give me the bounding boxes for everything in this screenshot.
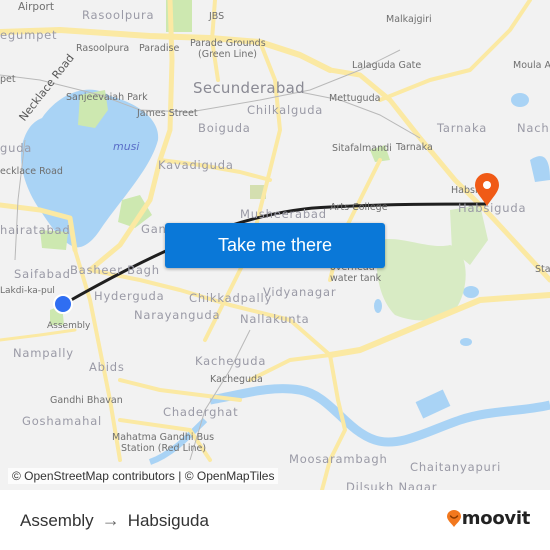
map-label-chikkadpally: Chikkadpally xyxy=(189,291,273,305)
map-label-chaitanyapuri: Chaitanyapuri xyxy=(410,460,502,474)
map-label-mettuguda: Mettuguda xyxy=(329,93,381,104)
map-label-airport: Airport xyxy=(18,1,54,13)
map-label-dilsukh-nagar: Dilsukh Nagar xyxy=(346,480,438,490)
map-label-sanjeevaiah-park: Sanjeevaiah Park xyxy=(66,92,148,103)
map-label-mgbs-2: Station (Red Line) xyxy=(121,443,207,454)
map-label-khairatabad: hairatabad xyxy=(0,223,71,237)
map-label-musheerabad: Musheerabad xyxy=(240,207,327,221)
map-label-arts-college: Arts College xyxy=(330,202,388,213)
map-label-kacheguda-area: Kacheguda xyxy=(195,354,267,368)
map-label-parade-grounds: Parade Grounds xyxy=(190,38,266,49)
map-label-kacheguda-station: Kacheguda xyxy=(210,374,263,385)
map-label-rasoolpura-area: Rasoolpura xyxy=(82,8,155,22)
musi-river xyxy=(209,384,550,447)
map-label-chilkalguda: Chilkalguda xyxy=(247,103,324,117)
map-label-guda: guda xyxy=(0,141,33,155)
moovit-wordmark: moovit xyxy=(461,508,531,529)
map-label-paradise: Paradise xyxy=(139,43,180,54)
map-label-narayanguda: Narayanguda xyxy=(134,308,221,322)
map-label-green-line: (Green Line) xyxy=(198,49,257,60)
footer: Assembly → Habsiguda moovit xyxy=(0,490,550,550)
map-label-tarnaka: Tarnaka xyxy=(396,142,433,153)
map-label-jbs: JBS xyxy=(209,11,225,22)
take-me-there-button[interactable]: Take me there xyxy=(165,223,385,268)
origin-marker[interactable] xyxy=(53,294,73,314)
map-label-james-street: James Street xyxy=(137,108,198,119)
map-label-nacharam: Nacha xyxy=(517,121,550,135)
map-label-lakdi-ka-pul: Lakdi-ka-pul xyxy=(0,286,55,296)
map-label-gandhi-bhavan: Gandhi Bhavan xyxy=(50,395,123,406)
map-label-moosarambagh: Moosarambagh xyxy=(289,452,388,466)
map-label-stadium: Stac xyxy=(535,264,550,275)
map-label-necklace-road: ecklace Road xyxy=(0,166,63,177)
map-label-overhead-water-tank-2: water tank xyxy=(330,273,382,284)
map-label-basheer-bagh: Basheer Bagh xyxy=(70,263,160,277)
map-label-lalaguda-gate: Lalaguda Gate xyxy=(352,60,422,71)
map-attribution[interactable]: © OpenStreetMap contributors | © OpenMap… xyxy=(8,468,279,484)
map-label-abids: Abids xyxy=(89,360,125,374)
map-label-pet: pet xyxy=(0,74,16,85)
map-label-kavadiguda: Kavadiguda xyxy=(158,158,234,172)
moovit-logo[interactable]: moovit xyxy=(446,508,530,529)
map-label-saifabad: Saifabad xyxy=(14,267,71,281)
map-label-mgbs-1: Mahatma Gandhi Bus xyxy=(112,432,215,443)
map-label-goshamahal: Goshamahal xyxy=(22,414,103,428)
map-label-malkajgiri: Malkajgiri xyxy=(386,14,432,25)
map-label-musi: musi xyxy=(113,140,140,153)
map-label-boiguda: Boiguda xyxy=(198,121,251,135)
destination-pin-icon[interactable] xyxy=(474,173,500,207)
map-label-nallakunta: Nallakunta xyxy=(240,312,310,326)
moovit-pin-icon xyxy=(446,509,461,527)
map[interactable]: Airport Rasoolpura JBS Malkajgiri egumpe… xyxy=(0,0,550,490)
map-label-secunderabad: Secunderabad xyxy=(193,79,305,97)
map-label-nampally: Nampally xyxy=(13,346,74,360)
map-label-hyderguda: Hyderguda xyxy=(94,289,165,303)
map-label-begumpet: egumpet xyxy=(0,28,58,42)
arrow-right-icon: → xyxy=(101,510,120,530)
map-label-chaderghat: Chaderghat xyxy=(163,405,239,419)
map-label-vidyanagar: Vidyanagar xyxy=(263,285,337,299)
map-label-moula-ali: Moula Ali xyxy=(513,60,550,71)
route-destination: Habsiguda xyxy=(127,510,209,530)
route-title: Assembly → Habsiguda xyxy=(20,510,209,531)
map-label-rasoolpura: Rasoolpura xyxy=(76,43,130,54)
route-origin: Assembly xyxy=(20,510,94,530)
map-label-sitafalmandi: Sitafalmandi xyxy=(332,143,392,154)
map-label-tarnaka-area: Tarnaka xyxy=(437,121,488,135)
map-label-assembly: Assembly xyxy=(47,321,91,331)
